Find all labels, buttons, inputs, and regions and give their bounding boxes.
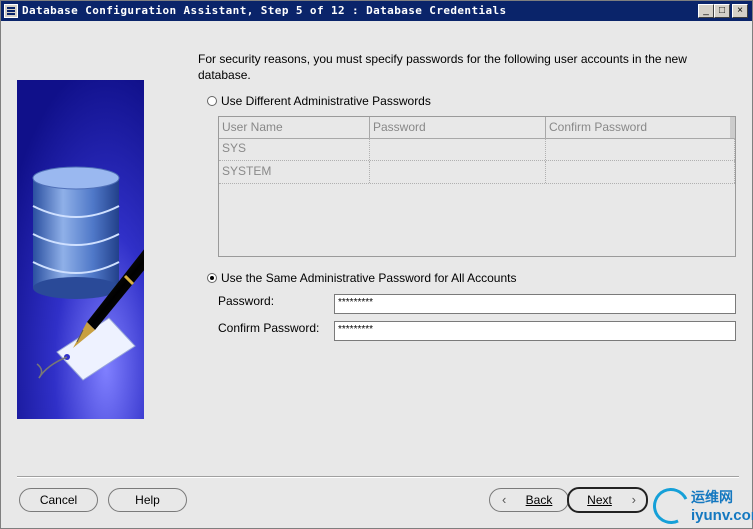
table-cell-password [370, 138, 546, 160]
table-row: SYS [219, 138, 735, 161]
radio-different-passwords[interactable] [207, 96, 217, 106]
cancel-button-label: Cancel [39, 493, 78, 507]
confirm-password-field[interactable]: ********* [334, 321, 736, 341]
footer-divider [17, 476, 739, 478]
table-cell-password [370, 161, 546, 183]
watermark-en: iyunv.com [691, 507, 753, 524]
minimize-button[interactable]: _ [698, 4, 714, 18]
password-field[interactable]: ********* [334, 294, 736, 314]
table-header: User Name Password Confirm Password [219, 117, 735, 139]
confirm-password-label: Confirm Password: [218, 321, 320, 335]
database-pen-icon [17, 80, 144, 419]
user-passwords-table: User Name Password Confirm Password SYS … [218, 116, 736, 257]
table-cell-confirm-password [546, 161, 735, 183]
table-cell-confirm-password [546, 138, 735, 160]
radio-same-password[interactable] [207, 273, 217, 283]
help-button[interactable]: Help [108, 488, 187, 512]
back-button[interactable]: ‹ Back [489, 488, 569, 512]
radio-different-passwords-label[interactable]: Use Different Administrative Passwords [221, 94, 431, 108]
watermark-cn: 运维网 [691, 489, 733, 505]
table-cell-user-name: SYSTEM [219, 161, 370, 183]
column-header-user-name[interactable]: User Name [219, 117, 370, 138]
column-header-confirm-password[interactable]: Confirm Password [546, 117, 735, 138]
close-button[interactable]: × [732, 4, 748, 18]
table-cell-user-name: SYS [219, 138, 370, 160]
chevron-left-icon: ‹ [502, 492, 507, 507]
watermark-logo-icon [647, 482, 695, 529]
window-title: Database Configuration Assistant, Step 5… [22, 4, 507, 17]
table-row: SYSTEM [219, 161, 735, 184]
intro-text: For security reasons, you must specify p… [198, 52, 687, 82]
help-button-label: Help [135, 493, 160, 507]
app-icon [4, 4, 18, 18]
password-label: Password: [218, 294, 275, 308]
cancel-button[interactable]: Cancel [19, 488, 98, 512]
table-scrollbar[interactable] [730, 117, 735, 138]
next-button[interactable]: Next › [567, 487, 648, 513]
radio-same-password-label[interactable]: Use the Same Administrative Password for… [221, 271, 516, 285]
maximize-button[interactable]: □ [714, 4, 730, 18]
next-button-label: Next [587, 493, 612, 507]
title-bar[interactable]: Database Configuration Assistant, Step 5… [1, 1, 752, 21]
back-button-label: Back [525, 493, 553, 507]
column-header-password[interactable]: Password [370, 117, 546, 138]
chevron-right-icon: › [631, 492, 636, 507]
dbca-window: Database Configuration Assistant, Step 5… [0, 0, 753, 529]
database-credentials-illustration [17, 80, 144, 419]
